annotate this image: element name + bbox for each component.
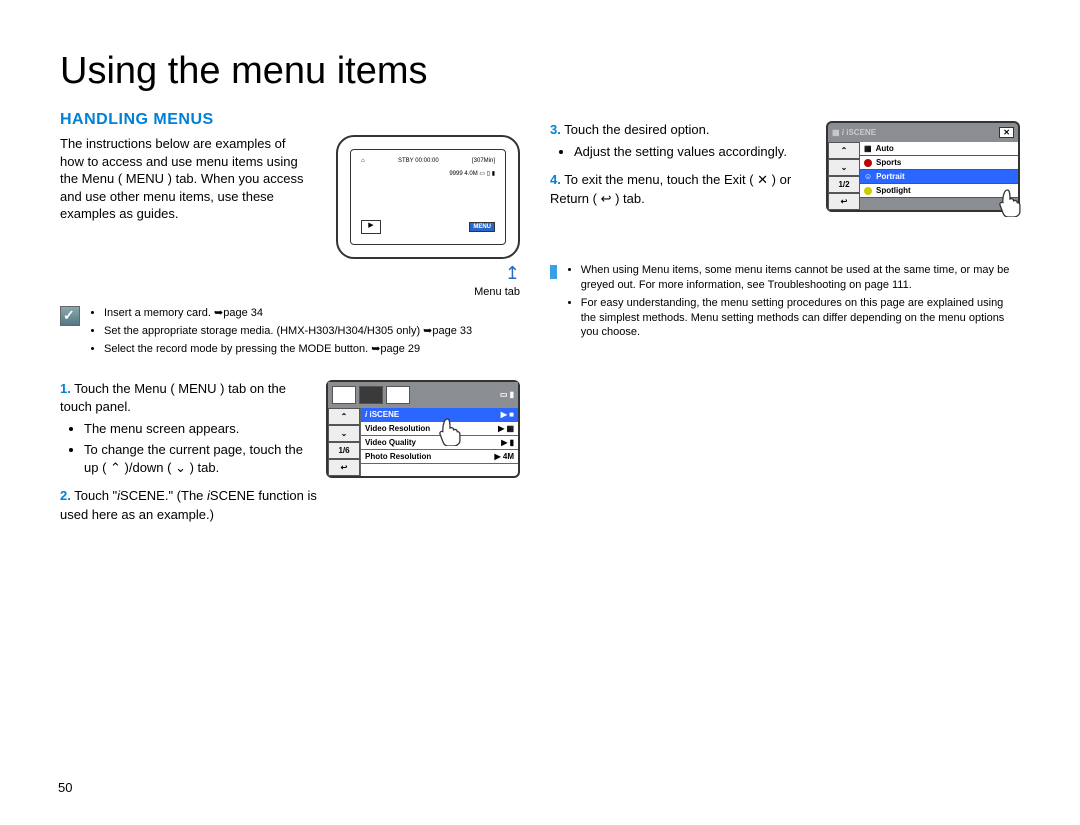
menu-row: Photo Resolution▶ 4M (361, 450, 518, 464)
step-3: 3. Touch the desired option. Adjust the … (550, 121, 800, 161)
scene-option-row-selected: ☺Portrait (860, 170, 1018, 184)
steps-1-2: ▭ ▮ ⌃ ⌄ 1/6 ↩ i iSCENE▶ ■ Video Resoluti… (60, 380, 520, 530)
section-heading: HANDLING MENUS (60, 111, 520, 129)
page-indicator: 1/6 (328, 442, 360, 459)
step-2: 2. Touch "iSCENE." (The iSCENE function … (60, 487, 320, 523)
manual-page: Using the menu items HANDLING MENUS ⌂ ST… (0, 0, 1080, 825)
up-nav-icon: ⌃ (328, 408, 360, 425)
figure-caption: Menu tab (320, 286, 520, 298)
play-button-icon: ▶ (361, 220, 381, 234)
intro-text: The instructions below are examples of h… (60, 136, 303, 221)
down-nav-icon: ⌄ (328, 425, 360, 442)
menu-row: Video Quality▶ ▮ (361, 436, 518, 450)
return-nav-icon: ↩ (328, 459, 360, 476)
two-column-layout: HANDLING MENUS ⌂ STBY 00:00:00 [307Min] (60, 111, 1020, 530)
left-column: HANDLING MENUS ⌂ STBY 00:00:00 [307Min] (60, 111, 520, 530)
right-column: ▦ i iSCENE ✕ ⌃ ⌄ 1/2 ↩ ▦Auto (550, 111, 1020, 530)
return-nav-icon: ↩ (828, 193, 860, 210)
info-list: When using Menu items, some menu items c… (563, 263, 1020, 343)
info-square-icon (550, 265, 557, 279)
page-title: Using the menu items (60, 50, 1020, 93)
page-number: 50 (58, 780, 72, 795)
camcorder-figure: ⌂ STBY 00:00:00 [307Min] 9999 4.0M ▭ ▯ ▮ (336, 135, 520, 259)
scene-submenu-figure: ▦ i iSCENE ✕ ⌃ ⌄ 1/2 ↩ ▦Auto (826, 121, 1020, 212)
menu-tab-button: MENU (469, 222, 495, 232)
page-indicator: 1/2 (828, 176, 860, 193)
top-tab-active-icon (359, 386, 383, 404)
home-icon: ⌂ (361, 158, 365, 164)
step-1: 1. Touch the Menu ( MENU ) tab on the to… (60, 380, 320, 478)
info-note: When using Menu items, some menu items c… (550, 263, 1020, 353)
menu-row: Video Resolution▶ ▦ (361, 422, 518, 436)
top-tab-icon (332, 386, 356, 404)
scene-option-row: ▦Auto (860, 142, 1018, 156)
scene-option-row: Spotlight (860, 184, 1018, 198)
down-nav-icon: ⌄ (828, 159, 860, 176)
menu-row: i iSCENE▶ ■ (361, 408, 518, 422)
step-4: 4. To exit the menu, touch the Exit ( ✕ … (550, 171, 800, 207)
up-nav-icon: ⌃ (828, 142, 860, 159)
close-icon: ✕ (999, 127, 1014, 138)
scene-option-row: Sports (860, 156, 1018, 170)
menu-screen-figure: ▭ ▮ ⌃ ⌄ 1/6 ↩ i iSCENE▶ ■ Video Resoluti… (326, 380, 520, 478)
top-tab-icon (386, 386, 410, 404)
prerequisite-note: Insert a memory card. ➥page 34 Set the a… (60, 306, 520, 370)
intro-block: ⌂ STBY 00:00:00 [307Min] 9999 4.0M ▭ ▯ ▮ (60, 135, 520, 285)
prerequisite-list: Insert a memory card. ➥page 34 Set the a… (86, 306, 472, 360)
check-icon (60, 306, 80, 326)
